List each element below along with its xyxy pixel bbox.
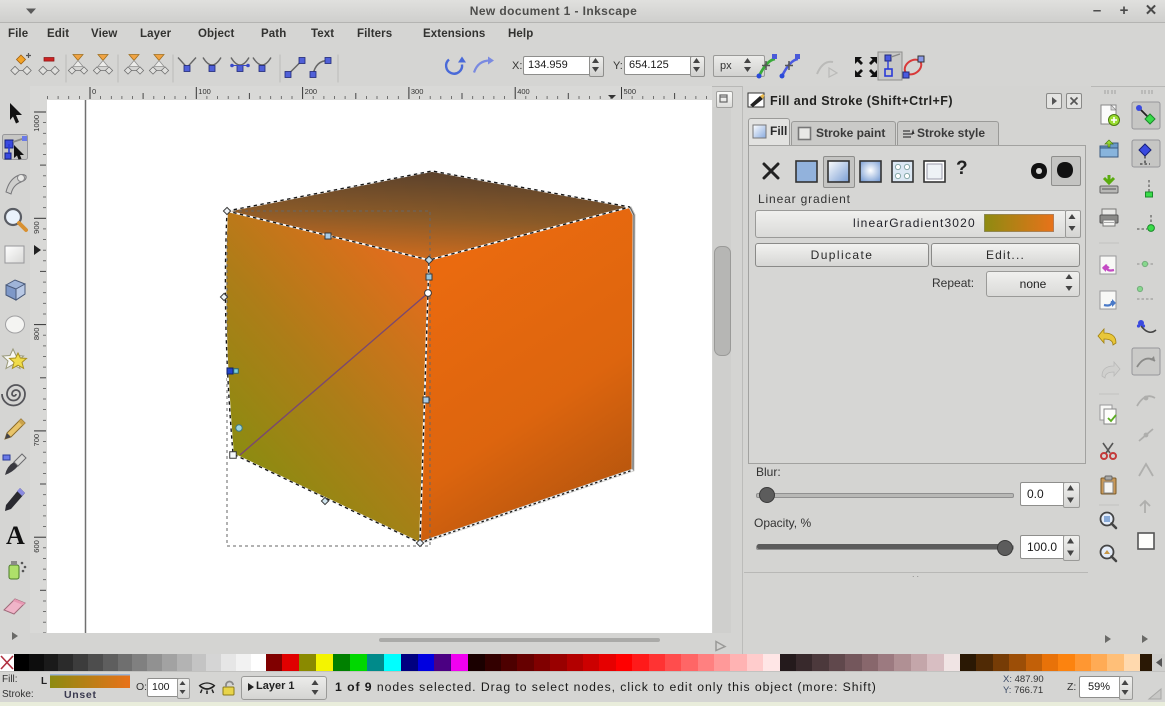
svg-text:1000: 1000 <box>32 115 41 132</box>
svg-text:0: 0 <box>92 87 96 96</box>
svg-text:400: 400 <box>517 87 530 96</box>
svg-text:300: 300 <box>411 87 424 96</box>
svg-text:600: 600 <box>32 540 41 553</box>
svg-text:A: A <box>6 521 25 550</box>
svg-text:500: 500 <box>624 87 637 96</box>
svg-text:900: 900 <box>32 221 41 234</box>
svg-text:700: 700 <box>32 434 41 447</box>
svg-text:200: 200 <box>305 87 318 96</box>
svg-text:800: 800 <box>32 328 41 341</box>
svg-text:100: 100 <box>198 87 211 96</box>
